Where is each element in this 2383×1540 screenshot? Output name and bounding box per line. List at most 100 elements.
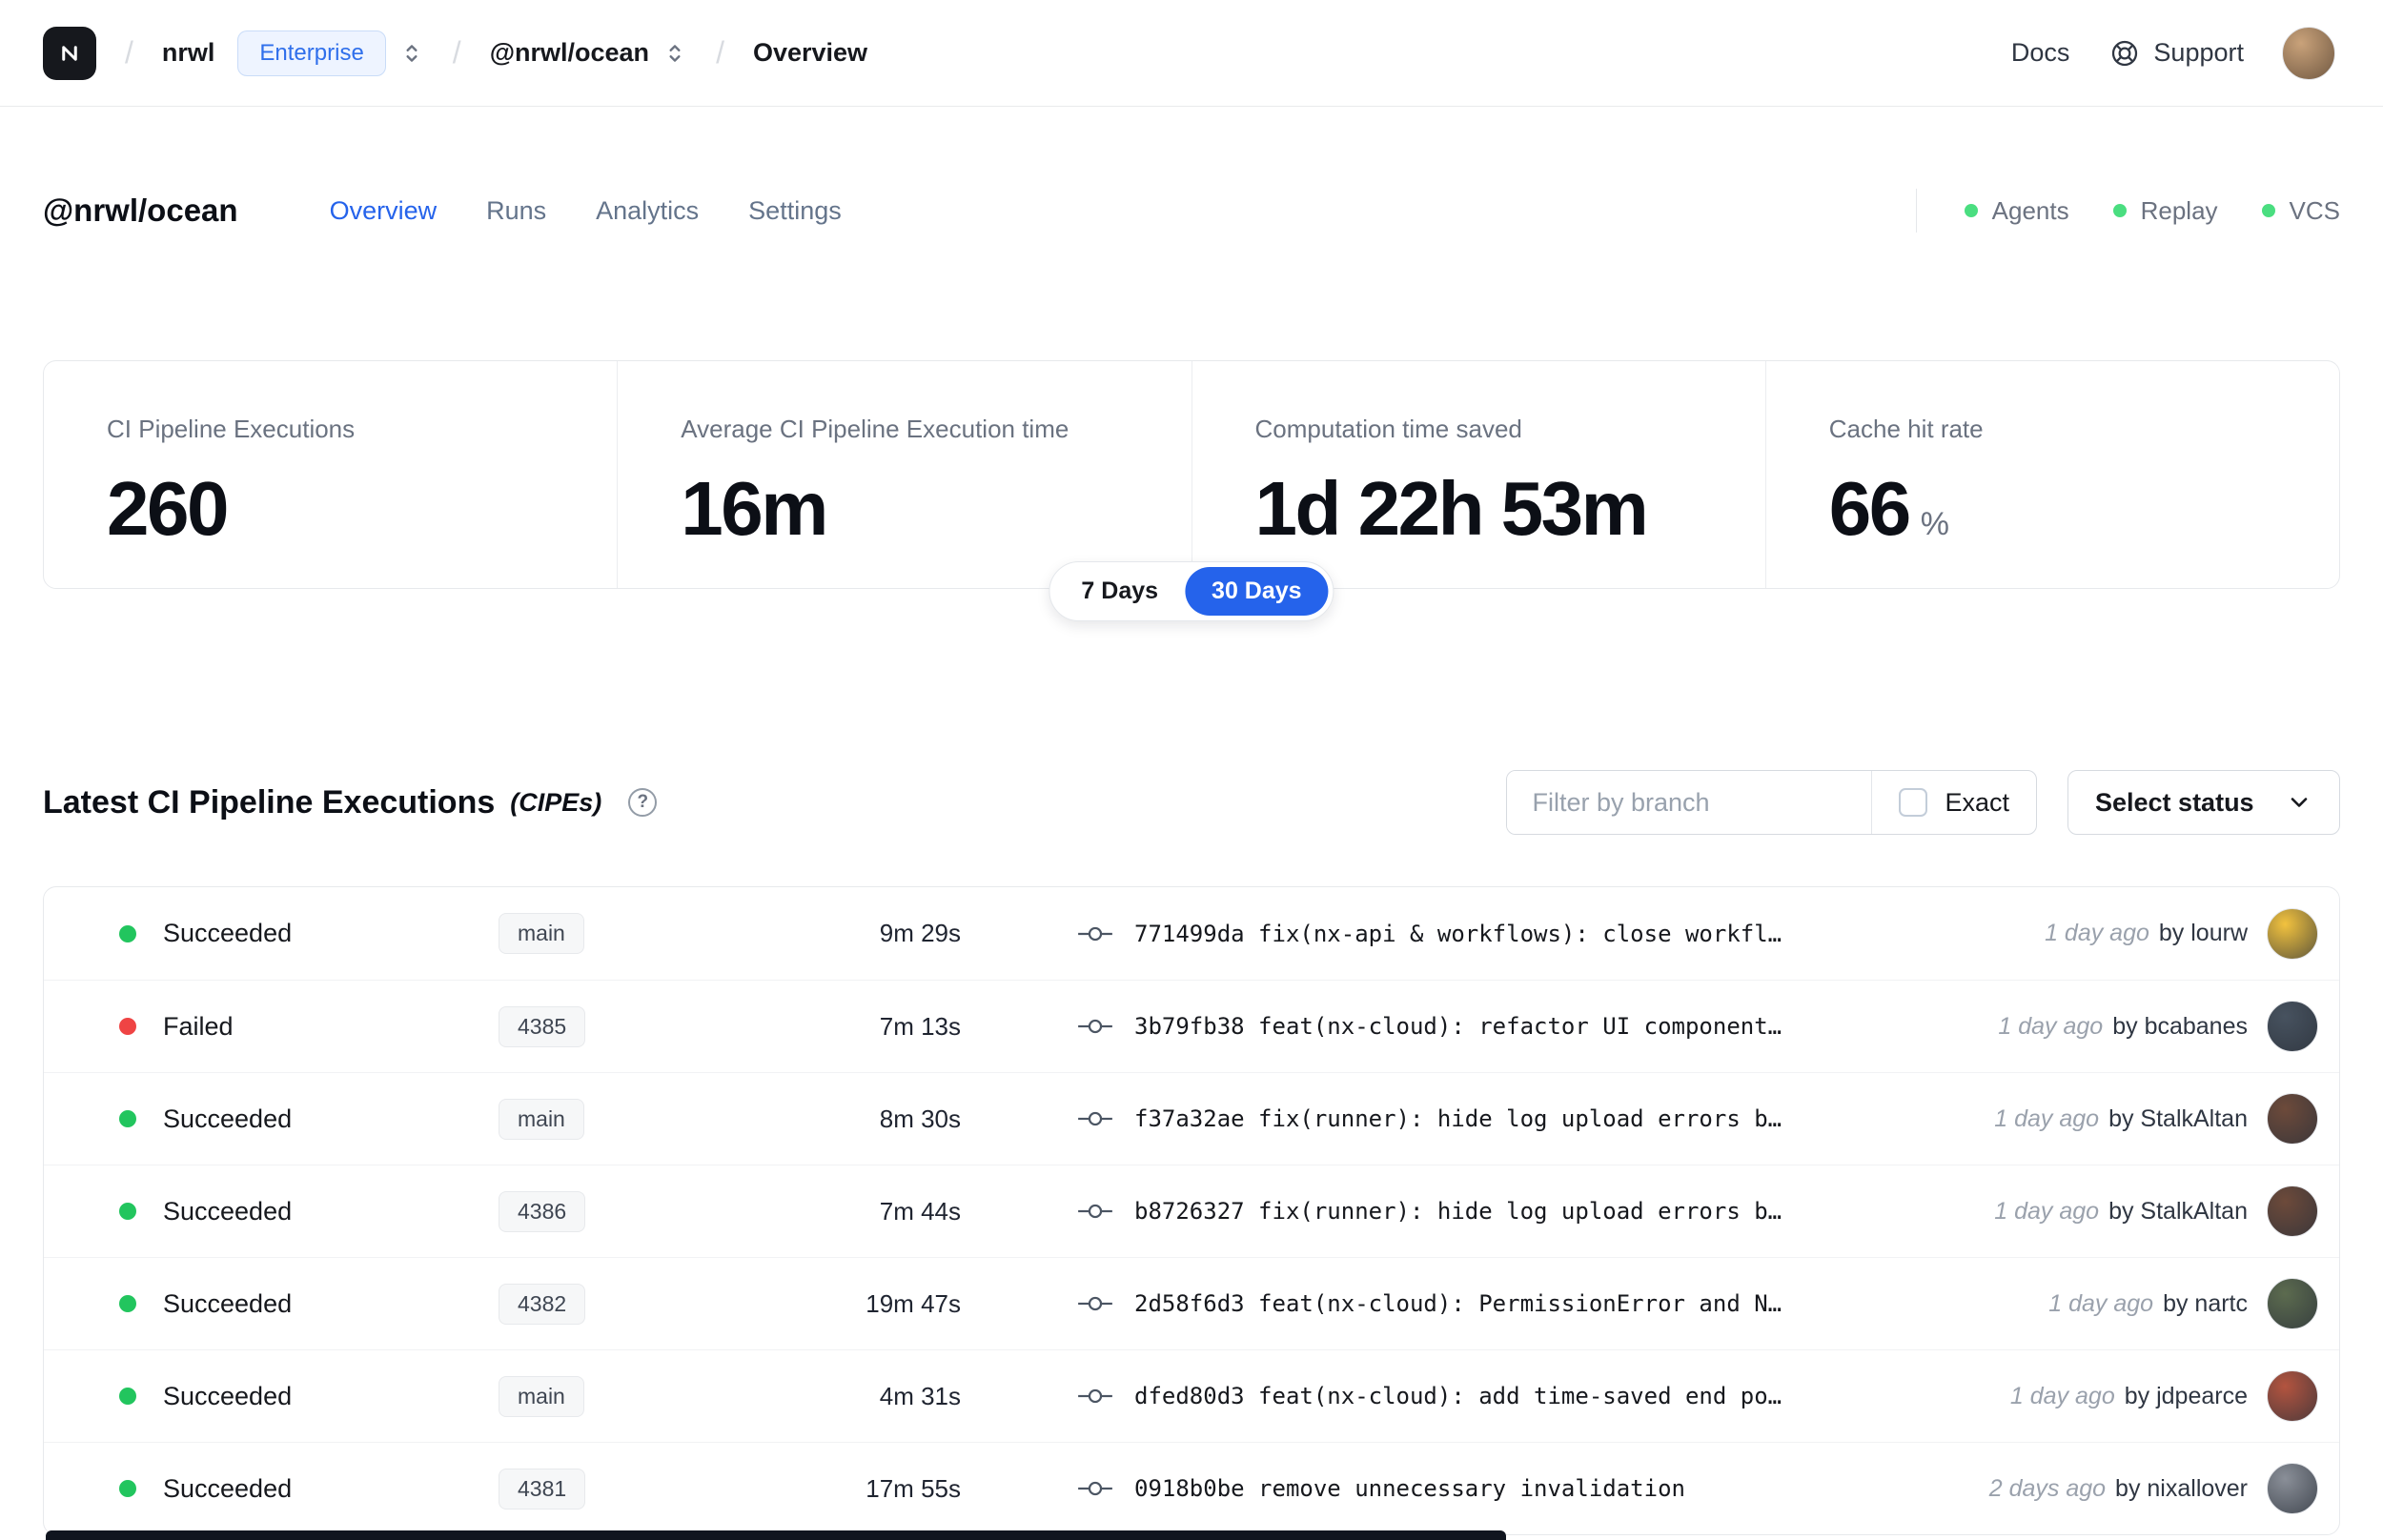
nx-logo-icon bbox=[62, 45, 77, 61]
branch-cell: 4381 bbox=[470, 1468, 756, 1510]
table-row[interactable]: Failed 4385 7m 13s 3b79fb38 feat(nx-clou… bbox=[44, 980, 2339, 1072]
exact-toggle[interactable]: Exact bbox=[1871, 771, 2036, 834]
commit-cell: f37a32ae fix(runner): hide log upload er… bbox=[1075, 1105, 1994, 1132]
tab-analytics[interactable]: Analytics bbox=[596, 196, 699, 226]
stat-label: Average CI Pipeline Execution time bbox=[681, 415, 1069, 443]
row-meta: 1 day ago by lourw bbox=[2045, 907, 2318, 960]
stats-section: CI Pipeline Executions 260 Average CI Pi… bbox=[43, 360, 2340, 621]
support-label: Support bbox=[2153, 38, 2244, 67]
branch-cell: 4382 bbox=[470, 1283, 756, 1325]
author-label: by nixallover bbox=[2115, 1474, 2248, 1502]
table-row[interactable]: Succeeded 4381 17m 55s 0918b0be remove u… bbox=[44, 1442, 2339, 1534]
percent-suffix: % bbox=[1920, 506, 1949, 542]
commit-message: dfed80d3 feat(nx-cloud): add time-saved … bbox=[1134, 1383, 1782, 1409]
duration-label: 7m 13s bbox=[879, 1011, 961, 1041]
cipe-title-suffix: (CIPEs) bbox=[510, 787, 602, 817]
branch-badge: main bbox=[499, 1098, 584, 1140]
stat-label: Computation time saved bbox=[1254, 415, 1522, 443]
chevron-down-icon bbox=[2291, 798, 2308, 807]
commit-cell: b8726327 fix(runner): hide log upload er… bbox=[1075, 1198, 1994, 1225]
help-icon[interactable]: ? bbox=[628, 788, 658, 817]
time-ago: 2 days ago bbox=[1988, 1474, 2107, 1502]
time-ago: 1 day ago bbox=[2048, 1289, 2154, 1317]
git-commit-icon bbox=[1078, 1388, 1112, 1404]
workspace-tabs: Overview Runs Analytics Settings bbox=[330, 196, 842, 226]
branch-badge: 4381 bbox=[499, 1468, 586, 1510]
branch-cell: 4385 bbox=[470, 1005, 756, 1047]
branch-filter-group: Exact bbox=[1506, 770, 2037, 835]
tab-runs[interactable]: Runs bbox=[486, 196, 546, 226]
breadcrumb-separator: / bbox=[716, 35, 724, 70]
row-meta: 2 days ago by nixallover bbox=[1989, 1463, 2318, 1514]
support-link[interactable]: Support bbox=[2109, 38, 2244, 69]
green-dot-icon bbox=[2261, 204, 2275, 217]
commit-cell: 2d58f6d3 feat(nx-cloud): PermissionError… bbox=[1075, 1290, 2048, 1317]
duration-label: 8m 30s bbox=[879, 1104, 961, 1133]
row-avatar bbox=[2267, 907, 2318, 960]
time-ago: 1 day ago bbox=[2045, 920, 2149, 946]
status-select[interactable]: Select status bbox=[2067, 770, 2340, 835]
status-label: Succeeded bbox=[163, 1473, 293, 1503]
branch-cell: main bbox=[470, 1375, 756, 1417]
branch-badge: main bbox=[499, 1375, 584, 1417]
duration-label: 4m 31s bbox=[879, 1381, 961, 1410]
cipe-title-group: Latest CI Pipeline Executions (CIPEs) ? bbox=[43, 784, 658, 821]
page-title: @nrwl/ocean bbox=[43, 192, 238, 228]
table-row[interactable]: Succeeded 4386 7m 44s b8726327 fix(runne… bbox=[44, 1165, 2339, 1257]
tab-overview[interactable]: Overview bbox=[330, 196, 438, 226]
vertical-divider bbox=[1915, 189, 1917, 233]
branch-filter-input[interactable] bbox=[1507, 771, 1872, 834]
status-label: Succeeded bbox=[163, 1196, 293, 1226]
status-label: Succeeded bbox=[163, 1288, 293, 1318]
green-dot-icon bbox=[2112, 204, 2127, 217]
stat-value: 66% bbox=[1829, 471, 2311, 547]
commit-cell: 771499da fix(nx-api & workflows): close … bbox=[1075, 921, 2045, 947]
table-row[interactable]: Succeeded main 9m 29s 771499da fix(nx-ap… bbox=[44, 887, 2339, 980]
git-commit-icon bbox=[1078, 926, 1112, 941]
table-row[interactable]: Succeeded main 4m 31s dfed80d3 feat(nx-c… bbox=[44, 1349, 2339, 1442]
indicator-replay[interactable]: Replay bbox=[2112, 195, 2218, 226]
range-7-days-button[interactable]: 7 Days bbox=[1054, 567, 1185, 616]
range-30-days-button[interactable]: 30 Days bbox=[1185, 567, 1329, 616]
stat-card-cache-hit-rate: Cache hit rate 66% bbox=[1764, 361, 2339, 588]
time-ago: 1 day ago bbox=[1998, 1012, 2104, 1040]
branch-cell: 4386 bbox=[470, 1190, 756, 1232]
cipe-table: Succeeded main 9m 29s 771499da fix(nx-ap… bbox=[43, 886, 2340, 1535]
breadcrumb-separator: / bbox=[452, 35, 461, 70]
exact-checkbox[interactable] bbox=[1899, 788, 1928, 817]
stat-value: 16m bbox=[681, 466, 828, 551]
table-row[interactable]: Succeeded main 8m 30s f37a32ae fix(runne… bbox=[44, 1072, 2339, 1165]
commit-cell: dfed80d3 feat(nx-cloud): add time-saved … bbox=[1075, 1383, 2010, 1409]
indicator-vcs[interactable]: VCS bbox=[2261, 196, 2340, 226]
status-dot bbox=[119, 1295, 136, 1312]
author-label: by bcabanes bbox=[2112, 1012, 2248, 1040]
time-ago: 1 day ago bbox=[2009, 1382, 2115, 1409]
stats-cards: CI Pipeline Executions 260 Average CI Pi… bbox=[43, 360, 2340, 589]
user-avatar[interactable] bbox=[2282, 26, 2335, 80]
tab-settings[interactable]: Settings bbox=[748, 196, 842, 226]
commit-message: 0918b0be remove unnecessary invalidation bbox=[1134, 1475, 1685, 1502]
indicator-label: Replay bbox=[2140, 195, 2218, 225]
horizontal-scrollbar-thumb[interactable] bbox=[46, 1530, 1506, 1540]
workspace-name[interactable]: @nrwl/ocean bbox=[490, 38, 649, 68]
breadcrumb-page: Overview bbox=[752, 38, 868, 67]
docs-link[interactable]: Docs bbox=[2011, 38, 2070, 68]
git-commit-icon bbox=[1078, 1111, 1112, 1126]
navbar-actions: Docs Support bbox=[2011, 26, 2335, 80]
row-meta: 1 day ago by StalkAltan bbox=[1994, 1185, 2318, 1237]
nx-cloud-logo[interactable] bbox=[43, 26, 96, 80]
indicator-agents[interactable]: Agents bbox=[1964, 196, 2069, 226]
branch-badge: main bbox=[499, 913, 584, 954]
stat-card-time-saved: Computation time saved 1d 22h 53m bbox=[1191, 361, 1765, 588]
stat-label: CI Pipeline Executions bbox=[107, 415, 356, 443]
commit-cell: 0918b0be remove unnecessary invalidation bbox=[1075, 1475, 1989, 1502]
commit-message: 2d58f6d3 feat(nx-cloud): PermissionError… bbox=[1134, 1290, 1782, 1317]
breadcrumb-separator: / bbox=[125, 35, 133, 70]
workspace-switcher[interactable] bbox=[662, 39, 687, 68]
exact-label: Exact bbox=[1945, 787, 2009, 817]
org-switcher[interactable] bbox=[399, 39, 424, 68]
table-row[interactable]: Succeeded 4382 19m 47s 2d58f6d3 feat(nx-… bbox=[44, 1257, 2339, 1349]
org-name[interactable]: nrwl bbox=[162, 38, 215, 68]
cipe-controls: Exact Select status bbox=[1506, 770, 2340, 835]
breadcrumb: / nrwl Enterprise / @nrwl/ocean / Overvi… bbox=[43, 26, 868, 80]
